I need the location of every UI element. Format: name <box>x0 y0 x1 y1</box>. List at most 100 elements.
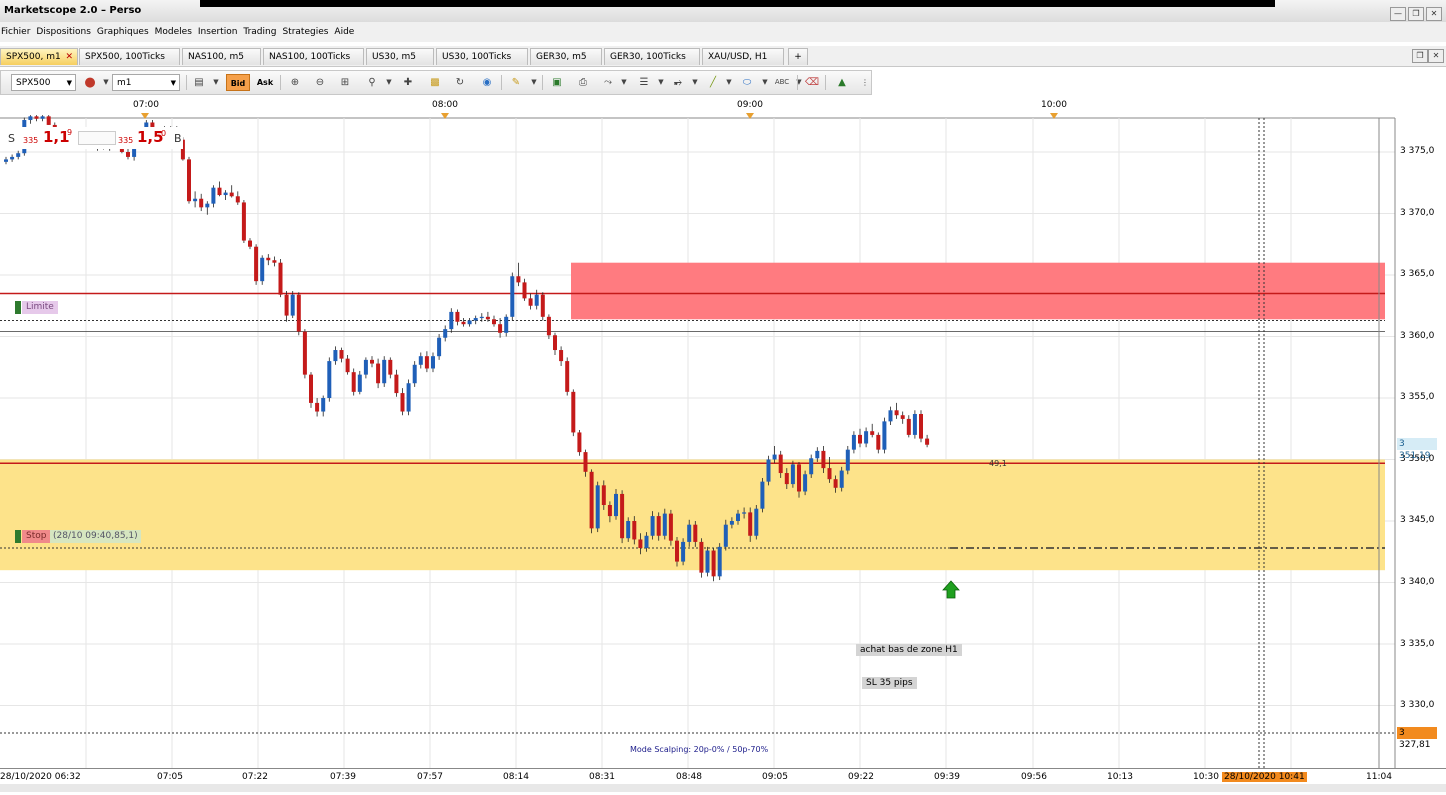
eraser-icon[interactable]: ⌫ <box>803 74 821 91</box>
chart-area[interactable] <box>0 96 1446 792</box>
add-tab-button[interactable]: + <box>788 48 808 65</box>
refresh-icon[interactable]: ↻ <box>451 74 469 91</box>
price-chart[interactable] <box>0 96 1446 792</box>
chart-close-icon[interactable]: ✕ <box>1428 49 1444 63</box>
toolbar-separator <box>280 75 281 90</box>
chevron-down-icon[interactable]: ▼ <box>207 74 225 91</box>
buy-price-main[interactable]: 1,5 <box>137 128 164 146</box>
buy-annotation[interactable]: achat bas de zone H1 <box>856 644 962 656</box>
stop-order-label[interactable]: Stop <box>22 530 51 543</box>
tab-spx500-100ticks[interactable]: SPX500, 100Ticks <box>79 48 180 65</box>
toolbar-overflow-icon[interactable]: ⋮ <box>856 74 874 91</box>
ask-button[interactable]: Ask <box>254 74 276 91</box>
candle-body <box>248 240 252 247</box>
chart-type-icon[interactable]: ▤ <box>190 74 208 91</box>
zoom-out-icon[interactable]: ⊖ <box>311 74 329 91</box>
chevron-down-icon[interactable]: ▼ <box>686 74 704 91</box>
tab-xauusd-h1[interactable]: XAU/USD, H1 <box>702 48 784 65</box>
timeframe-select[interactable]: m1 ▼ <box>112 74 180 91</box>
zoom-fit-icon[interactable]: ⊞ <box>336 74 354 91</box>
buy-label[interactable]: B <box>174 132 182 145</box>
title-bar-overlay <box>200 0 1275 7</box>
menu-trading[interactable]: Trading <box>242 27 281 37</box>
candle-body <box>778 454 783 474</box>
candle-body <box>437 337 442 357</box>
candle-body <box>577 432 582 453</box>
menu-insertion[interactable]: Insertion <box>197 27 243 37</box>
tab-nas100-m5[interactable]: NAS100, m5 <box>182 48 261 65</box>
time-axis-label: 09:05 <box>762 772 788 782</box>
sell-price-main[interactable]: 1,1 <box>43 128 70 146</box>
tab-us30-m5[interactable]: US30, m5 <box>366 48 434 65</box>
toolbar-separator <box>542 75 543 90</box>
menu-strategies[interactable]: Strategies <box>281 27 333 37</box>
top-axis-label: 09:00 <box>737 100 763 110</box>
candle-body <box>925 438 930 445</box>
tab-nas100-100ticks[interactable]: NAS100, 100Ticks <box>263 48 364 65</box>
menu-bar: Fichier Dispositions Graphiques Modeles … <box>0 22 1446 42</box>
candle-body <box>803 474 808 492</box>
chevron-down-icon[interactable]: ▼ <box>720 74 738 91</box>
restore-icon[interactable]: ❐ <box>1408 7 1424 21</box>
stop-order-marker[interactable] <box>15 530 21 543</box>
sl-annotation[interactable]: SL 35 pips <box>862 677 917 689</box>
status-strip <box>0 784 1446 792</box>
candle-body <box>614 493 618 517</box>
menu-fichier[interactable]: Fichier <box>0 27 35 37</box>
tab-ger30-100ticks[interactable]: GER30, 100Ticks <box>604 48 700 65</box>
globe-icon[interactable]: ◉ <box>478 74 496 91</box>
sell-label[interactable]: S <box>8 132 15 145</box>
tab-spx500-m1[interactable]: SPX500, m1 ✕ <box>0 48 78 65</box>
chevron-down-icon[interactable]: ▼ <box>756 74 774 91</box>
bid-ask-widget[interactable]: S 335 1,1 9 335 1,5 0 B <box>3 127 183 149</box>
text-tool-icon[interactable]: ABC <box>773 74 791 91</box>
zoom-in-icon[interactable]: ⊕ <box>286 74 304 91</box>
chart-toolbar: SPX500 ▼ ● ▼ m1 ▼ ▤ ▼ Bid Ask ⊕ ⊖ ⊞ ⚲ ▼ ✚ … <box>0 70 872 95</box>
tab-ger30-m5[interactable]: GER30, m5 <box>530 48 602 65</box>
ruler-icon[interactable]: ✎ <box>507 74 525 91</box>
amount-input[interactable] <box>78 131 116 145</box>
objects-icon[interactable]: ▲ <box>833 74 851 91</box>
crosshair-icon[interactable]: ✚ <box>399 74 417 91</box>
candle-body <box>357 374 362 392</box>
chevron-down-icon[interactable]: ▼ <box>380 74 398 91</box>
menu-aide[interactable]: Aide <box>333 27 359 37</box>
tab-us30-100ticks[interactable]: US30, 100Ticks <box>436 48 528 65</box>
ellipse-icon[interactable]: ⬭ <box>738 74 756 91</box>
fibonacci-icon[interactable]: ⥵ <box>669 74 687 91</box>
chart-restore-icon[interactable]: ❐ <box>1412 49 1428 63</box>
lines-icon[interactable]: ☰ <box>635 74 653 91</box>
menu-modeles[interactable]: Modeles <box>154 27 197 37</box>
candle-body <box>388 359 393 375</box>
bid-button[interactable]: Bid <box>226 74 250 91</box>
print-icon[interactable]: ⎙ <box>574 74 592 91</box>
demand-zone <box>0 459 1385 571</box>
candle-body <box>827 468 832 480</box>
candle-body <box>797 464 801 492</box>
close-icon[interactable]: ✕ <box>1426 7 1442 21</box>
indicator-icon[interactable]: ▩ <box>426 74 444 91</box>
chevron-down-icon[interactable]: ▼ <box>615 74 633 91</box>
menu-graphiques[interactable]: Graphiques <box>96 27 154 37</box>
chevron-down-icon[interactable]: ▼ <box>652 74 670 91</box>
limit-order-label[interactable]: Limite <box>22 301 58 314</box>
candle-body <box>736 513 740 521</box>
chevron-down-icon[interactable]: ▼ <box>525 74 543 91</box>
limit-order-marker[interactable] <box>15 301 21 314</box>
minimize-icon[interactable]: — <box>1390 7 1406 21</box>
image-icon[interactable]: ▣ <box>548 74 566 91</box>
tab-close-icon[interactable]: ✕ <box>65 49 73 66</box>
candle-body <box>187 159 191 202</box>
zoom-range-icon[interactable]: ⚲ <box>363 74 381 91</box>
candle-body <box>864 431 869 444</box>
candle-body <box>553 335 557 351</box>
candle-body <box>235 196 240 203</box>
sell-price-pipette: 9 <box>67 128 73 137</box>
time-axis-label: 09:39 <box>934 772 960 782</box>
candle-body <box>516 276 521 283</box>
instrument-select[interactable]: SPX500 ▼ <box>11 74 76 91</box>
candle-body <box>626 521 631 539</box>
top-axis-strip <box>0 96 1395 118</box>
menu-dispositions[interactable]: Dispositions <box>35 27 95 37</box>
candle-body <box>333 350 338 362</box>
